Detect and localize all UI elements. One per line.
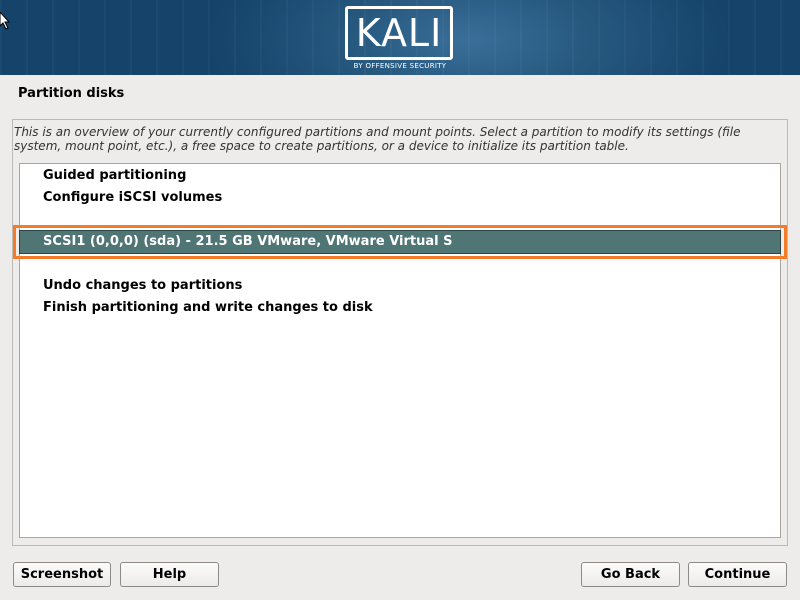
list-item-finish-partitioning[interactable]: Finish partitioning and write changes to… <box>43 297 373 319</box>
partition-list[interactable]: Guided partitioning Configure iSCSI volu… <box>19 163 781 538</box>
list-item-undo-changes[interactable]: Undo changes to partitions <box>43 275 242 297</box>
page-title: Partition disks <box>18 86 125 101</box>
screenshot-button[interactable]: Screenshot <box>13 562 111 587</box>
description-text: This is an overview of your currently co… <box>14 125 741 153</box>
go-back-button[interactable]: Go Back <box>581 562 680 587</box>
header-banner: KALI BY OFFENSIVE SECURITY <box>0 0 800 75</box>
help-button[interactable]: Help <box>120 562 219 587</box>
list-item-configure-iscsi[interactable]: Configure iSCSI volumes <box>43 187 222 209</box>
logo-subtext: BY OFFENSIVE SECURITY <box>353 62 447 70</box>
kali-logo: KALI BY OFFENSIVE SECURITY <box>345 6 455 72</box>
list-item-disk-sda[interactable]: SCSI1 (0,0,0) (sda) - 21.5 GB VMware, VM… <box>19 230 781 254</box>
cursor-icon <box>0 12 10 30</box>
logo-text: KALI <box>345 6 453 60</box>
list-item-guided-partitioning[interactable]: Guided partitioning <box>43 165 186 187</box>
continue-button[interactable]: Continue <box>688 562 787 587</box>
